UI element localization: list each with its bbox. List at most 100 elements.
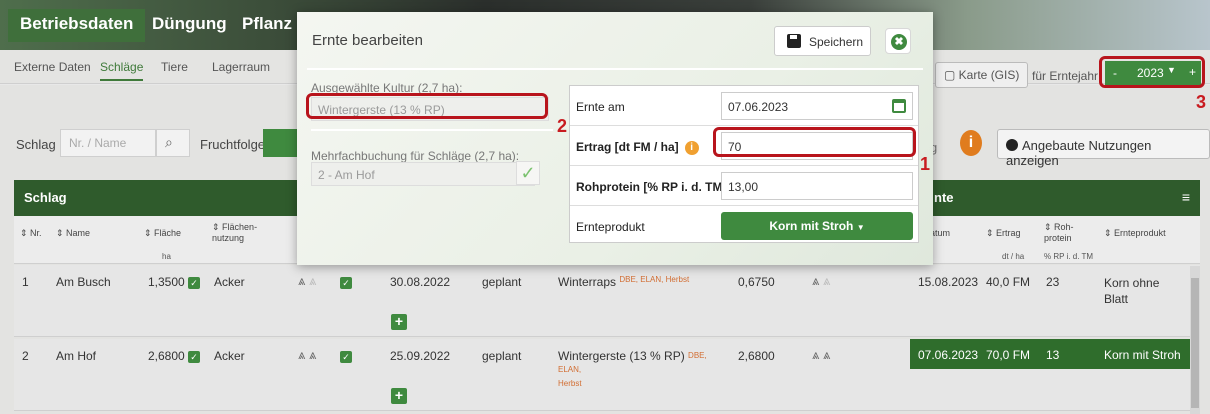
row-status: geplant xyxy=(482,349,522,363)
mehrfachbuchung-field[interactable]: 2 - Am Hof xyxy=(311,162,535,186)
tab-duengung[interactable]: Düngung xyxy=(152,14,227,34)
unit-ha: ha xyxy=(162,252,171,261)
ertrag-label: Ertrag [dt FM / ha] i xyxy=(576,140,699,155)
check-icon[interactable]: ✓ xyxy=(340,275,352,289)
row-produkt: Korn ohne Blatt xyxy=(1104,276,1160,306)
row-flaeche: 2,6800 ✓ xyxy=(148,349,201,363)
ernteprodukt-label: Ernteprodukt xyxy=(576,220,645,234)
row-rp: 23 xyxy=(1046,275,1060,289)
pie-chart-icon xyxy=(1006,139,1018,151)
row-ernte-datum: 07.06.2023 xyxy=(918,348,979,362)
check-icon: ✓ xyxy=(188,350,201,363)
col-ertrag[interactable]: ⇕ Ertrag xyxy=(986,228,1021,239)
highlight-box-2 xyxy=(306,93,548,119)
mehrfachbuchung-label: Mehrfachbuchung für Schläge (2,7 ha): xyxy=(311,149,520,163)
row-area: 0,6750 xyxy=(738,275,775,289)
info-icon: i xyxy=(684,140,699,155)
col-rohprotein[interactable]: ⇕ Roh- protein xyxy=(1044,222,1074,244)
unit-rp: % RP i. d. TM xyxy=(1044,252,1094,261)
row-status: geplant xyxy=(482,275,522,289)
ernte-table-header: nte ≡ xyxy=(908,180,1200,216)
table-row[interactable]: 1 Am Busch 1,3500 ✓ Acker ⩓ ⩓ ✓ 30.08.20… xyxy=(14,265,1200,337)
ernte-am-row: Ernte am 07.06.2023 xyxy=(570,86,918,126)
floppy-disk-icon xyxy=(787,34,801,48)
col-datum[interactable]: atum xyxy=(930,228,950,238)
add-button[interactable]: + xyxy=(391,388,407,404)
schlag-table-header: Schlag xyxy=(14,180,298,216)
subnav-lagerraum[interactable]: Lagerraum xyxy=(212,60,270,74)
col-ernteprodukt[interactable]: ⇕ Ernteprodukt xyxy=(1104,228,1166,239)
tab-pflanzenschutz[interactable]: Pflanz xyxy=(242,14,292,34)
fruchtfolge-toggle[interactable] xyxy=(263,129,299,157)
checkmark-icon[interactable]: ✓ xyxy=(516,161,540,185)
row-kultur: Winterraps DBE, ELAN, Herbst xyxy=(558,275,690,289)
col-flaechennutzung[interactable]: ⇕ Flächen- nutzung xyxy=(212,222,257,244)
rohprotein-input[interactable]: 13,00 xyxy=(721,172,913,200)
close-icon: ✖ xyxy=(891,34,907,50)
highlight-box-1 xyxy=(713,127,916,157)
table-row[interactable]: 2 Am Hof 2,6800 ✓ Acker ⩓ ⩓ ✓ 25.09.2022… xyxy=(14,339,1200,411)
col-name[interactable]: ⇕ Name xyxy=(56,228,90,239)
scrollbar[interactable] xyxy=(1190,266,1200,414)
angebaute-nutzungen-button[interactable]: Angebaute Nutzungen anzeigen xyxy=(997,129,1210,168)
chevron-down-icon: ▼ xyxy=(856,223,865,232)
row-name: Am Busch xyxy=(56,275,111,289)
divider xyxy=(311,129,553,131)
row-ernte-datum: 15.08.2023 xyxy=(918,275,979,289)
close-button[interactable]: ✖ xyxy=(885,28,911,54)
unit-dt-ha: dt / ha xyxy=(1002,252,1025,261)
ernte-header-label: nte xyxy=(934,190,954,205)
row-area: 2,6800 xyxy=(738,349,775,363)
row-date: 25.09.2022 xyxy=(390,349,451,363)
ernte-am-value: 07.06.2023 xyxy=(728,100,789,114)
subnav-externe-daten[interactable]: Externe Daten xyxy=(14,60,91,74)
col-nr[interactable]: ⇕ Nr. xyxy=(20,228,42,239)
divider xyxy=(307,68,923,70)
row-date: 30.08.2022 xyxy=(390,275,451,289)
row-name: Am Hof xyxy=(56,349,97,363)
ernteprodukt-dropdown[interactable]: Korn mit Stroh ▼ xyxy=(721,212,913,240)
annotation-2: 2 xyxy=(557,116,568,136)
subnav-schlaege[interactable]: Schläge xyxy=(100,60,144,81)
highlight-box-3 xyxy=(1099,56,1205,88)
menu-icon[interactable]: ≡ xyxy=(1182,189,1190,205)
schlag-search-input[interactable]: Nr. / Name xyxy=(60,129,156,157)
annotation-1: 1 xyxy=(920,154,931,174)
check-icon[interactable]: ✓ xyxy=(340,349,352,363)
row-nr: 1 xyxy=(22,275,29,289)
ernteprodukt-value: Korn mit Stroh xyxy=(769,219,854,233)
row-kultur: Wintergerste (13 % RP) DBE, ELAN, Herbst xyxy=(558,349,707,388)
karte-gis-button[interactable]: ▢ Karte (GIS) xyxy=(935,62,1029,88)
karte-gis-label: Karte (GIS) xyxy=(958,68,1020,82)
col-flaeche[interactable]: ⇕ Fläche xyxy=(144,228,181,239)
info-icon[interactable]: i xyxy=(960,130,982,156)
rohprotein-label: Rohprotein [% RP i. d. TM] xyxy=(576,180,727,194)
row-nutzung: Acker xyxy=(214,275,245,289)
dialog-title: Ernte bearbeiten xyxy=(312,32,423,49)
calendar-icon[interactable] xyxy=(892,99,906,113)
row-produkt: Korn mit Stroh xyxy=(1104,348,1181,362)
ernte-form: Ernte am 07.06.2023 Ertrag [dt FM / ha] i… xyxy=(569,85,919,243)
ernte-column-headers: atum ⇕ Ertrag ⇕ Roh- protein ⇕ Ernteprod… xyxy=(908,216,1200,264)
plant-icon: ⩓ ⩓ xyxy=(812,273,831,288)
add-button[interactable]: + xyxy=(391,314,407,330)
fuer-erntejahr-label: für Erntejahr xyxy=(1032,69,1099,83)
schlag-filter-label: Schlag xyxy=(16,137,56,152)
map-icon: ▢ xyxy=(944,68,959,82)
plant-icon: ⩓ ⩓ xyxy=(298,347,317,362)
scrollbar-thumb[interactable] xyxy=(1191,278,1199,408)
row-nr: 2 xyxy=(22,349,29,363)
ernte-am-input[interactable]: 07.06.2023 xyxy=(721,92,913,120)
rohprotein-row: Rohprotein [% RP i. d. TM] 13,00 xyxy=(570,166,918,206)
schlag-column-headers: ⇕ Nr. ⇕ Name ⇕ Fläche ⇕ Flächen- nutzung… xyxy=(14,216,298,264)
save-button[interactable]: Speichern xyxy=(774,26,871,56)
annotation-3: 3 xyxy=(1196,92,1207,112)
row-flaeche: 1,3500 ✓ xyxy=(148,275,201,289)
row-nutzung: Acker xyxy=(214,349,245,363)
tab-betriebsdaten[interactable]: Betriebsdaten xyxy=(8,9,146,42)
ernte-am-label: Ernte am xyxy=(576,100,625,114)
search-icon[interactable]: ⌕ xyxy=(156,129,190,157)
row-ertrag: 70,0 FM xyxy=(986,348,1031,362)
row-rp: 13 xyxy=(1046,348,1060,362)
subnav-tiere[interactable]: Tiere xyxy=(161,60,188,74)
